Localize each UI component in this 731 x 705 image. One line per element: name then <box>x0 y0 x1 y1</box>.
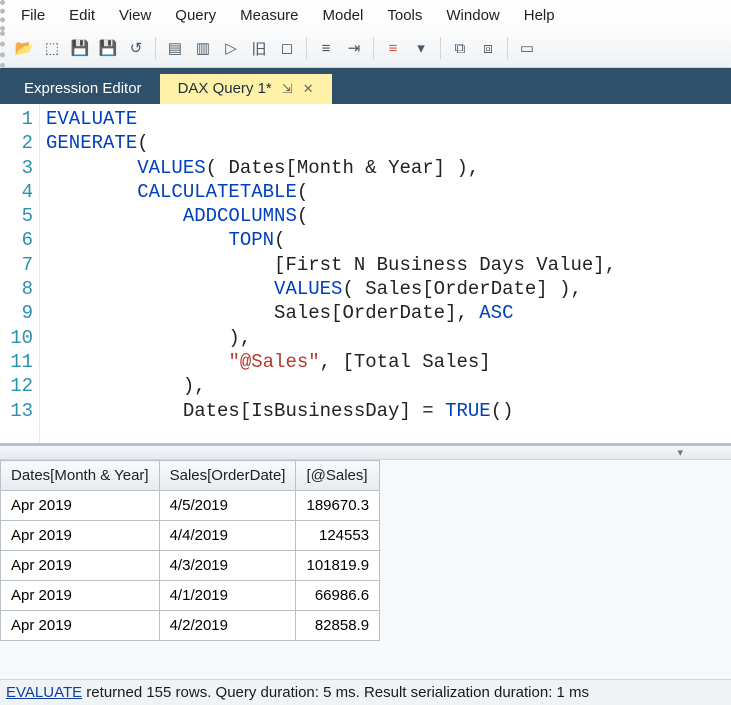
status-text: returned 155 rows. Query duration: 5 ms.… <box>82 684 589 701</box>
menu-query[interactable]: Query <box>165 4 226 27</box>
save-all-icon[interactable]: 💾 <box>95 35 121 61</box>
menu-measure[interactable]: Measure <box>230 4 308 27</box>
toolbar-separator <box>440 37 441 59</box>
cell: 66986.6 <box>296 581 380 611</box>
page-dual-icon[interactable]: ▥ <box>190 35 216 61</box>
undo-icon[interactable]: ↺ <box>123 35 149 61</box>
menu-help[interactable]: Help <box>514 4 565 27</box>
status-keyword: EVALUATE <box>6 684 82 701</box>
stop-icon[interactable]: ◻ <box>274 35 300 61</box>
toolbar: 📂⬚💾💾↺▤▥▷旧◻≡⇥≡▾⧉⧈▭ <box>0 31 731 68</box>
pin-icon[interactable]: ⇲ <box>282 81 293 97</box>
menu-bar: FileEditViewQueryMeasureModelToolsWindow… <box>0 0 731 31</box>
chevron-down-icon[interactable]: ▾ <box>677 446 683 459</box>
cell: Apr 2019 <box>1 611 160 641</box>
tab-dax-query[interactable]: DAX Query 1* ⇲ ✕ <box>160 74 332 104</box>
align-left-icon[interactable]: ≡ <box>313 35 339 61</box>
column-header[interactable]: Dates[Month & Year] <box>1 461 160 491</box>
indent-icon[interactable]: ⇥ <box>341 35 367 61</box>
format-icon[interactable]: ≡ <box>380 35 406 61</box>
table-row[interactable]: Apr 20194/3/2019101819.9 <box>1 551 380 581</box>
table-row[interactable]: Apr 20194/2/201982858.9 <box>1 611 380 641</box>
menu-model[interactable]: Model <box>313 4 374 27</box>
column-header[interactable]: [@Sales] <box>296 461 380 491</box>
cell: Apr 2019 <box>1 551 160 581</box>
dropdown-icon[interactable]: ▾ <box>408 35 434 61</box>
cell: Apr 2019 <box>1 521 160 551</box>
splitter[interactable]: ▾ <box>0 446 731 460</box>
toolbar-separator <box>306 37 307 59</box>
folder-open-icon[interactable]: 📂 <box>11 35 37 61</box>
results-table: Dates[Month & Year]Sales[OrderDate][@Sal… <box>0 460 380 641</box>
menu-view[interactable]: View <box>109 4 161 27</box>
results-grid[interactable]: Dates[Month & Year]Sales[OrderDate][@Sal… <box>0 460 731 679</box>
cell: 4/3/2019 <box>159 551 296 581</box>
column-header[interactable]: Sales[OrderDate] <box>159 461 296 491</box>
line-gutter: 12345678910111213 <box>0 104 40 443</box>
toolbar-separator <box>155 37 156 59</box>
cell: 4/1/2019 <box>159 581 296 611</box>
cube-icon[interactable]: ⬚ <box>39 35 65 61</box>
cell: 189670.3 <box>296 491 380 521</box>
menu-file[interactable]: File <box>11 4 55 27</box>
save-icon[interactable]: 💾 <box>67 35 93 61</box>
menu-tools[interactable]: Tools <box>377 4 432 27</box>
tab-strip: Expression Editor DAX Query 1* ⇲ ✕ <box>0 68 731 104</box>
tab-label: DAX Query 1* <box>178 80 272 97</box>
cell: Apr 2019 <box>1 491 160 521</box>
tab-expression-editor[interactable]: Expression Editor <box>6 74 160 104</box>
tab-label: Expression Editor <box>24 80 142 97</box>
cell: 82858.9 <box>296 611 380 641</box>
run-icon[interactable]: ▷ <box>218 35 244 61</box>
table-row[interactable]: Apr 20194/1/201966986.6 <box>1 581 380 611</box>
cell: 4/4/2019 <box>159 521 296 551</box>
tree-icon[interactable]: 旧 <box>246 35 272 61</box>
table-row[interactable]: Apr 20194/5/2019189670.3 <box>1 491 380 521</box>
close-icon[interactable]: ✕ <box>303 81 314 97</box>
menu-edit[interactable]: Edit <box>59 4 105 27</box>
table-row[interactable]: Apr 20194/4/2019124553 <box>1 521 380 551</box>
cell: Apr 2019 <box>1 581 160 611</box>
cell: 4/2/2019 <box>159 611 296 641</box>
code-area[interactable]: EVALUATEGENERATE( VALUES( Dates[Month & … <box>40 104 731 443</box>
status-bar: EVALUATE returned 155 rows. Query durati… <box>0 679 731 705</box>
expand-icon[interactable]: ⧈ <box>475 35 501 61</box>
code-editor[interactable]: 12345678910111213 EVALUATEGENERATE( VALU… <box>0 104 731 446</box>
menu-window[interactable]: Window <box>436 4 509 27</box>
toolbar-separator <box>507 37 508 59</box>
collapse-icon[interactable]: ⧉ <box>447 35 473 61</box>
panel-icon[interactable]: ▭ <box>514 35 540 61</box>
toolbar-separator <box>373 37 374 59</box>
cell: 124553 <box>296 521 380 551</box>
cell: 4/5/2019 <box>159 491 296 521</box>
page-icon[interactable]: ▤ <box>162 35 188 61</box>
cell: 101819.9 <box>296 551 380 581</box>
